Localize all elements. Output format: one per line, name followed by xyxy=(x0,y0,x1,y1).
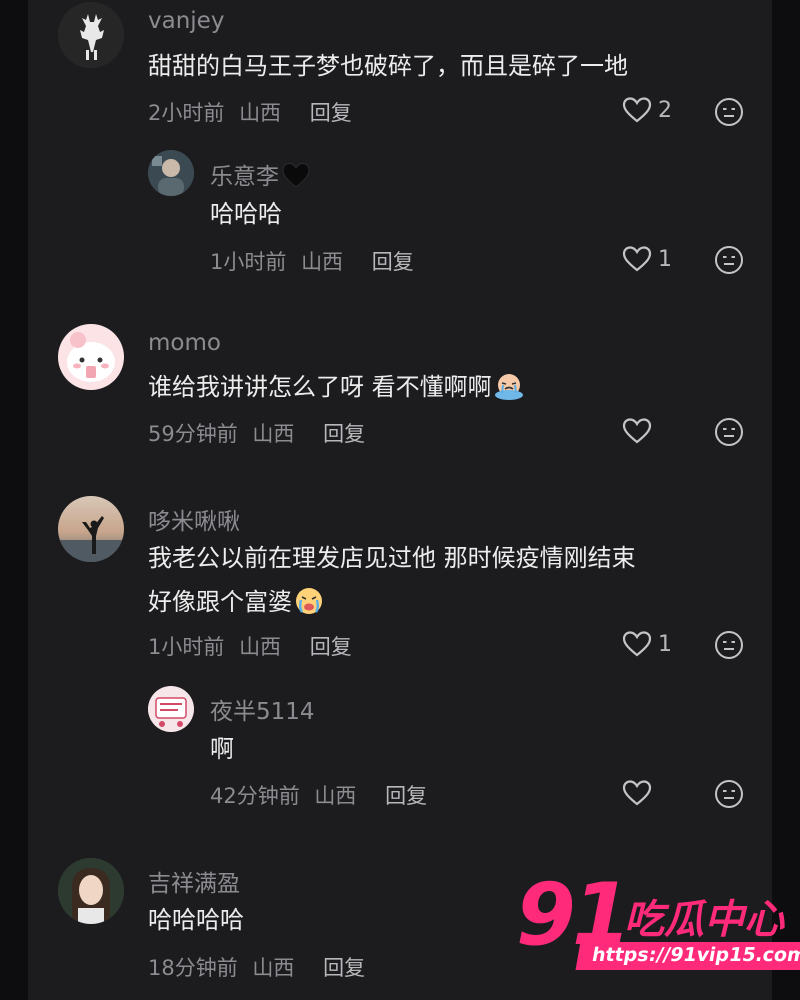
dislike-button[interactable] xyxy=(714,417,744,447)
username[interactable]: vanjey xyxy=(148,8,224,34)
comment-time: 1小时前 xyxy=(210,250,287,274)
sticker-avatar-icon xyxy=(148,686,194,732)
comment-location: 山西 xyxy=(239,635,282,659)
reply-button[interactable]: 回复 xyxy=(385,784,427,808)
username[interactable]: 乐意李 xyxy=(210,157,311,191)
reply-button[interactable]: 回复 xyxy=(310,635,352,659)
black-heart-emoji xyxy=(281,161,311,189)
reply-button[interactable]: 回复 xyxy=(372,250,414,274)
like-button[interactable]: 1 xyxy=(622,245,672,273)
comment-meta: 2小时前 山西 回复 xyxy=(148,97,352,127)
sunset-photo-icon xyxy=(58,496,124,562)
username[interactable]: 哆米啾啾 xyxy=(148,502,240,536)
comment-text: 啊 xyxy=(210,735,234,763)
like-count: 1 xyxy=(658,631,672,657)
avatar[interactable] xyxy=(148,686,194,732)
comment-meta: 1小时前 山西 回复 xyxy=(148,631,352,661)
avatar[interactable] xyxy=(58,496,124,562)
heart-outline-icon xyxy=(622,418,652,444)
neutral-face-icon xyxy=(715,98,743,126)
comment-text: 哈哈哈哈 xyxy=(148,906,244,934)
comment-time: 59分钟前 xyxy=(148,422,238,446)
comment-location: 山西 xyxy=(252,956,295,980)
crying-emoji xyxy=(294,586,324,616)
like-button[interactable] xyxy=(622,779,658,807)
comment-time: 18分钟前 xyxy=(148,956,238,980)
crying-emoji xyxy=(494,371,524,401)
dislike-button[interactable] xyxy=(714,779,744,809)
comment-text: 好像跟个富婆 xyxy=(148,580,324,624)
avatar[interactable] xyxy=(58,2,124,68)
like-button[interactable]: 2 xyxy=(622,96,672,124)
dislike-button[interactable] xyxy=(714,630,744,660)
watermark-brand: 吃瓜中心 xyxy=(624,897,784,943)
reply-button[interactable]: 回复 xyxy=(323,956,365,980)
dislike-button[interactable] xyxy=(714,97,744,127)
neutral-face-icon xyxy=(715,631,743,659)
like-button[interactable] xyxy=(622,417,658,445)
like-button[interactable]: 1 xyxy=(622,630,672,658)
comment-time: 2小时前 xyxy=(148,101,225,125)
user-photo-icon xyxy=(148,150,194,196)
comment-location: 山西 xyxy=(252,422,295,446)
comment-text: 哈哈哈 xyxy=(210,200,282,228)
comment-time: 1小时前 xyxy=(148,635,225,659)
neutral-face-icon xyxy=(715,780,743,808)
comment-list[interactable]: vanjey 甜甜的白马王子梦也破碎了，而且是碎了一地 2小时前 山西 回复 2… xyxy=(28,0,772,1000)
username[interactable]: 吉祥满盈 xyxy=(148,864,240,898)
comment-text: 谁给我讲讲怎么了呀 看不懂啊啊 xyxy=(148,365,524,409)
neutral-face-icon xyxy=(715,418,743,446)
deer-icon xyxy=(58,2,124,68)
comment-location: 山西 xyxy=(314,784,357,808)
like-count: 1 xyxy=(658,246,672,272)
username[interactable]: 夜半5114 xyxy=(210,692,315,726)
avatar[interactable] xyxy=(148,150,194,196)
comment-time: 42分钟前 xyxy=(210,784,300,808)
cartoon-avatar-icon xyxy=(58,324,124,390)
avatar[interactable] xyxy=(58,858,124,924)
reply-button[interactable]: 回复 xyxy=(310,101,352,125)
reply-button[interactable]: 回复 xyxy=(323,422,365,446)
comment-text: 甜甜的白马王子梦也破碎了，而且是碎了一地 xyxy=(148,52,628,80)
username[interactable]: momo xyxy=(148,330,221,356)
comment-location: 山西 xyxy=(301,250,344,274)
watermark-logo: 91 吃瓜中心 https://91vip15.com xyxy=(516,872,800,984)
portrait-photo-icon xyxy=(58,858,124,924)
heart-outline-icon xyxy=(622,780,652,806)
comment-meta: 1小时前 山西 回复 xyxy=(210,246,414,276)
comment-meta: 59分钟前 山西 回复 xyxy=(148,418,365,448)
comment-text: 我老公以前在理发店见过他 那时候疫情刚结束 xyxy=(148,544,636,572)
like-count: 2 xyxy=(658,97,672,123)
right-gutter xyxy=(772,0,800,1000)
comment-location: 山西 xyxy=(239,101,282,125)
heart-outline-icon xyxy=(622,631,652,657)
comment-meta: 42分钟前 山西 回复 xyxy=(210,780,427,810)
neutral-face-icon xyxy=(715,246,743,274)
comment-meta: 18分钟前 山西 回复 xyxy=(148,952,365,982)
avatar[interactable] xyxy=(58,324,124,390)
heart-outline-icon xyxy=(622,246,652,272)
left-gutter xyxy=(0,0,28,1000)
watermark-url: https://91vip15.com xyxy=(575,942,800,970)
dislike-button[interactable] xyxy=(714,245,744,275)
heart-outline-icon xyxy=(622,97,652,123)
